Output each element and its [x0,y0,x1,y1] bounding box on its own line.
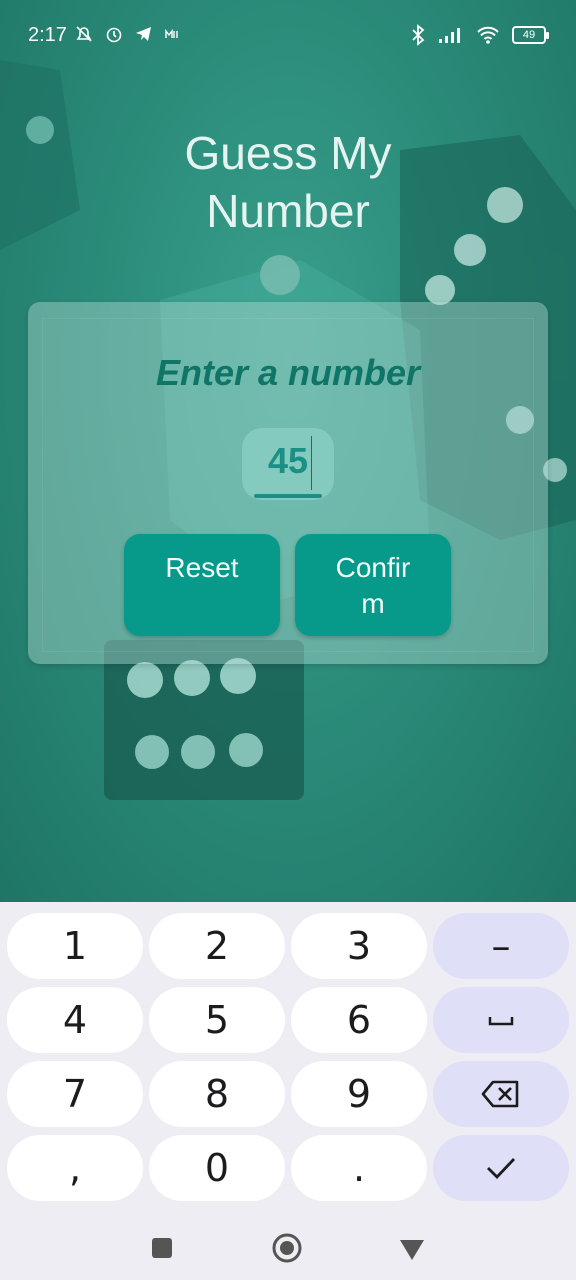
confirm-button[interactable]: Confir m [295,534,451,636]
bluetooth-icon [412,24,425,46]
number-input[interactable]: 45 [242,428,334,500]
confirm-label-line-2: m [361,588,385,619]
key-space[interactable] [433,987,569,1053]
home-icon[interactable] [271,1232,303,1264]
telegram-icon [136,27,151,41]
space-icon [488,1017,514,1026]
status-time: 2:17 [28,24,67,46]
signal-icon [439,28,460,43]
wifi-icon [477,26,499,44]
app-title: Guess My Number [0,124,576,240]
mute-bell-icon [76,26,92,42]
confirm-label-line-1: Confir [335,552,411,583]
alarm-icon [106,27,122,43]
reset-label: Reset [165,552,239,583]
prompt-text: Enter a number [155,352,421,393]
key-3[interactable]: 3 [291,913,427,979]
key-8[interactable]: 8 [149,1061,285,1127]
reset-button[interactable]: Reset [124,534,280,636]
text-caret [311,436,312,490]
key-0[interactable]: 0 [149,1135,285,1201]
recents-icon[interactable] [146,1232,178,1264]
key-4[interactable]: 4 [7,987,143,1053]
key-comma[interactable]: , [7,1135,143,1201]
key-5[interactable]: 5 [149,987,285,1053]
key-2[interactable]: 2 [149,913,285,979]
key-minus[interactable]: – [433,913,569,979]
battery-icon: 49 [512,26,549,44]
back-icon[interactable] [396,1232,428,1264]
key-6[interactable]: 6 [291,987,427,1053]
title-line-1: Guess My [184,127,392,179]
key-backspace[interactable] [433,1061,569,1127]
number-input-value: 45 [267,440,309,481]
input-underline [254,494,322,498]
key-9[interactable]: 9 [291,1061,427,1127]
key-period[interactable]: . [291,1135,427,1201]
system-nav-bar [0,1216,576,1280]
backspace-icon [481,1080,519,1108]
title-line-2: Number [206,185,370,237]
key-1[interactable]: 1 [7,913,143,979]
check-icon [487,1158,516,1180]
key-7[interactable]: 7 [7,1061,143,1127]
status-bar: 2:17 49 [0,0,576,70]
numeric-keyboard: 1 2 3 – 4 5 6 7 8 9 , 0 . [0,902,576,1216]
key-done[interactable] [433,1135,569,1201]
mi-icon [165,28,178,38]
